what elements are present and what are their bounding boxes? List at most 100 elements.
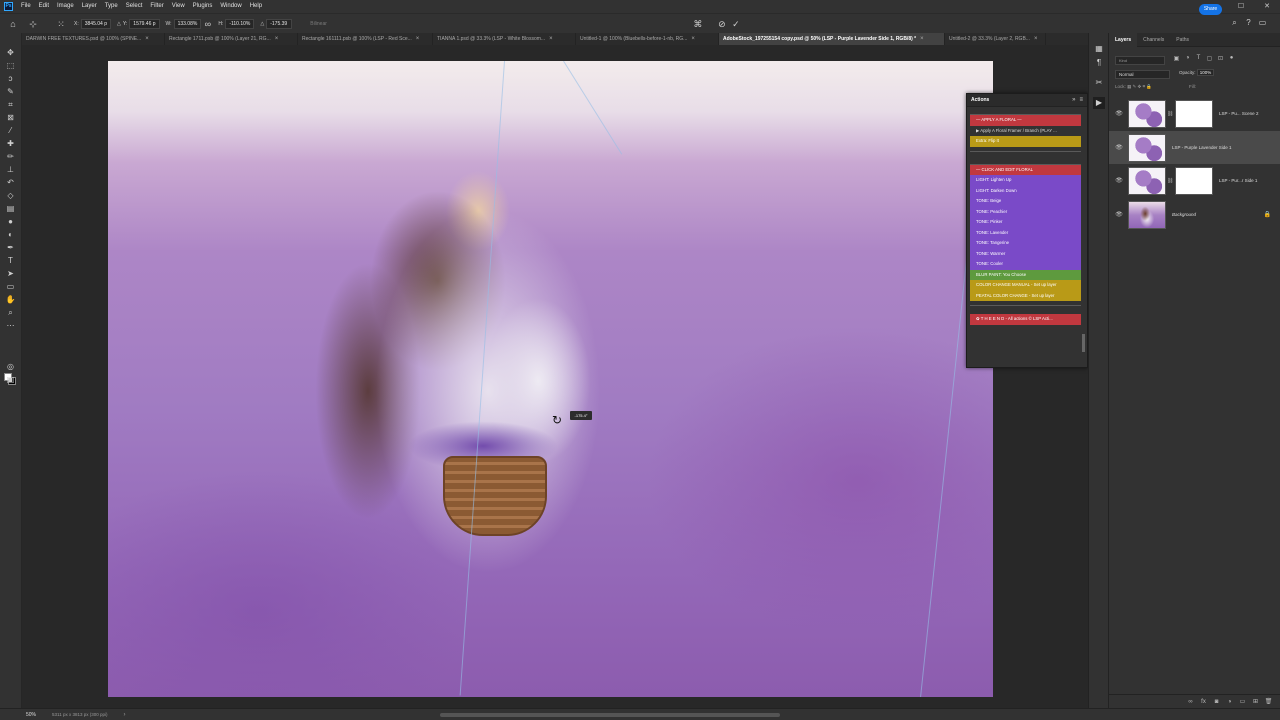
layer-filter-kind[interactable]: Kind (1115, 56, 1165, 65)
x-position-field[interactable]: X: 3845.04 p (74, 18, 111, 29)
delete-layer-icon[interactable]: 🗑 (1262, 698, 1275, 705)
document-tab[interactable]: Untitled-2 @ 33.3% (Layer 2, RGB... × (945, 33, 1046, 45)
horizontal-scrollbar[interactable] (440, 713, 780, 717)
document-tab[interactable]: Rectangle 1711.psb @ 100% (Layer 21, RG.… (165, 33, 298, 45)
menu-select[interactable]: Select (122, 0, 147, 13)
reference-point-icon[interactable]: ⁙ (54, 17, 68, 31)
layer-thumbnail[interactable] (1128, 99, 1166, 128)
pen-tool-icon[interactable]: ✒ (4, 242, 17, 254)
warp-mode-icon[interactable]: ⌘ (691, 17, 705, 31)
layer-thumbnail[interactable] (1128, 166, 1166, 195)
action-item[interactable]: TONE: Pinker (970, 217, 1081, 228)
frame-tool-icon[interactable]: ⊠ (4, 112, 17, 124)
tab-channels[interactable]: Channels (1137, 33, 1170, 47)
height-input[interactable]: -110.10% (225, 18, 255, 29)
menu-filter[interactable]: Filter (146, 0, 167, 13)
action-item[interactable]: TONE: Warmer (970, 248, 1081, 259)
document-tab[interactable]: Rectangle 161111.psb @ 100% (LSP - Red S… (298, 33, 433, 45)
mask-link-icon[interactable]: ⛓ (1167, 111, 1173, 117)
visibility-eye-icon[interactable]: 👁 (1112, 177, 1126, 184)
action-item[interactable]: LIGHT: Lighten Up (970, 175, 1081, 186)
menu-plugins[interactable]: Plugins (189, 0, 217, 13)
close-tab-icon[interactable]: × (920, 36, 924, 42)
width-input[interactable]: 133.08% (173, 18, 202, 29)
canvas-workspace[interactable]: ↻ -175.4° (22, 45, 1088, 708)
new-group-icon[interactable]: ▭ (1236, 698, 1249, 705)
action-item[interactable]: TONE: Beige (970, 196, 1081, 207)
layer-row[interactable]: 👁 LSP - Purple Lavender Side 1 (1109, 131, 1280, 164)
menu-type[interactable]: Type (101, 0, 122, 13)
search-icon[interactable]: ⌕ (1229, 17, 1240, 28)
action-item[interactable]: — APPLY A FLORAL — (970, 115, 1081, 126)
filter-toggle-icon[interactable]: ● (1226, 55, 1237, 62)
visibility-eye-icon[interactable]: 👁 (1112, 144, 1126, 151)
action-item[interactable]: TONE: Cooler (970, 259, 1081, 270)
link-layers-icon[interactable]: ∞ (1184, 699, 1197, 705)
fill-control[interactable]: Fill: (1189, 84, 1196, 89)
adjustment-filter-icon[interactable]: ◑ (1182, 55, 1193, 62)
new-layer-icon[interactable]: ⊞ (1249, 698, 1262, 705)
layer-thumbnail[interactable] (1128, 200, 1166, 229)
smart-object-filter-icon[interactable]: ⊡ (1215, 55, 1226, 62)
menu-help[interactable]: Help (246, 0, 266, 13)
lock-icons[interactable]: ▦ ✎ ✥ ⌗ 🔒 (1127, 84, 1152, 89)
action-item[interactable]: BLUR PAINT: You Choose (970, 269, 1081, 280)
action-item[interactable]: COLOR CHANGE MANUAL - Set up layer (970, 280, 1081, 291)
workspace-icon[interactable]: ▭ (1257, 17, 1268, 28)
paragraph-panel-icon[interactable]: ¶ (1093, 57, 1105, 69)
blend-mode-select[interactable]: Normal (1115, 70, 1170, 79)
actions-scrollbar[interactable] (1082, 334, 1085, 352)
help-icon[interactable]: ? (1243, 17, 1254, 28)
interpolation-select[interactable]: Bilinear (310, 21, 327, 27)
opacity-input[interactable]: 100% (1196, 69, 1215, 76)
width-field[interactable]: W: 133.08% (166, 18, 202, 29)
close-window-button[interactable]: ✕ (1254, 0, 1280, 13)
status-menu-arrow[interactable]: › (123, 712, 125, 718)
action-item[interactable]: TONE: Lavender (970, 227, 1081, 238)
layer-row[interactable]: 👁 Background 🔒 (1109, 198, 1280, 231)
menu-file[interactable]: File (17, 0, 35, 13)
layer-mask-thumbnail[interactable] (1175, 166, 1213, 195)
dodge-tool-icon[interactable]: ◐ (4, 229, 17, 241)
document-tab[interactable]: Untitled-1 @ 100% (Bluebells-before-1-nb… (576, 33, 719, 45)
screen-mode-icon[interactable]: ▣ (4, 374, 17, 386)
quick-select-tool-icon[interactable]: ✎ (4, 86, 17, 98)
action-item[interactable]: PEATAL COLOR CHANGE - Set up layer (970, 290, 1081, 301)
layer-row[interactable]: 👁 ⛓ LSP - Pu... Scene 2 (1109, 97, 1280, 130)
action-item[interactable]: ✿ T H E E N D - All actions © LSP Acti..… (970, 314, 1081, 325)
gradient-tool-icon[interactable]: ▤ (4, 203, 17, 215)
pixel-filter-icon[interactable]: ▣ (1171, 55, 1182, 62)
close-tab-icon[interactable]: × (416, 36, 420, 42)
visibility-eye-icon[interactable]: 👁 (1112, 211, 1126, 218)
menu-image[interactable]: Image (53, 0, 78, 13)
adjustment-layer-icon[interactable]: ◑ (1223, 699, 1236, 705)
menu-edit[interactable]: Edit (35, 0, 53, 13)
tab-paths[interactable]: Paths (1170, 33, 1195, 47)
layer-lock-icon[interactable]: 🔒 (1264, 211, 1271, 218)
home-icon[interactable]: ⌂ (6, 17, 20, 31)
crop-tool-icon[interactable]: ⌗ (4, 99, 17, 111)
add-mask-icon[interactable]: ◙ (1210, 699, 1223, 705)
action-item[interactable]: — CLICK AND EDIT FLORAL (970, 164, 1081, 175)
y-position-field[interactable]: △ Y: 1579.46 p (117, 18, 160, 29)
layer-style-icon[interactable]: fx (1197, 699, 1210, 705)
x-position-input[interactable]: 3845.04 p (80, 18, 111, 29)
history-panel-icon[interactable]: ▦ (1093, 43, 1105, 55)
path-selection-tool-icon[interactable]: ➤ (4, 268, 17, 280)
opacity-control[interactable]: Opacity: 100% (1179, 69, 1215, 76)
shape-filter-icon[interactable]: ▢ (1204, 55, 1215, 62)
close-tab-icon[interactable]: × (275, 36, 279, 42)
share-button[interactable]: Share (1199, 4, 1222, 15)
layer-mask-thumbnail[interactable] (1175, 99, 1213, 128)
lasso-tool-icon[interactable]: ↄ (4, 73, 17, 85)
commit-transform-icon[interactable]: ✓ (729, 17, 743, 31)
layer-thumbnail[interactable] (1128, 133, 1166, 162)
actions-panel[interactable]: Actions » ≡ — APPLY A FLORAL — ▶ Apply A … (966, 93, 1088, 368)
zoom-tool-icon[interactable]: ⌕ (4, 307, 17, 319)
layer-row[interactable]: 👁 ⛓ LSP - Pur...r Side 1 (1109, 164, 1280, 197)
close-tab-icon[interactable]: × (691, 36, 695, 42)
collapse-panel-icon[interactable]: » (1072, 97, 1075, 103)
actions-panel-header[interactable]: Actions » ≡ (967, 94, 1087, 107)
y-position-input[interactable]: 1579.46 p (129, 18, 160, 29)
hand-tool-icon[interactable]: ✋ (4, 294, 17, 306)
